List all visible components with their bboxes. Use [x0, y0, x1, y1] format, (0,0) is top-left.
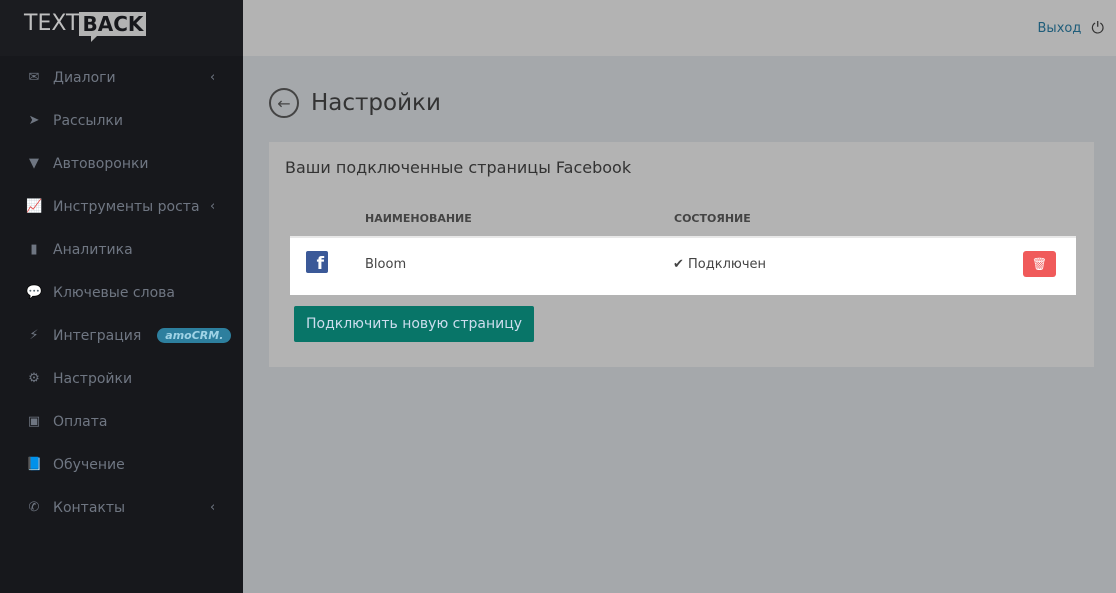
sidebar-item-label: Диалоги: [53, 69, 116, 86]
sidebar-icon: 💬: [26, 285, 43, 300]
column-header-name: НАИМЕНОВАНИЕ: [365, 212, 472, 225]
chevron-left-icon: ‹: [210, 199, 216, 214]
sidebar-item[interactable]: ➤ Рассылки: [0, 99, 243, 142]
sidebar-item-label: Оплата: [53, 413, 108, 430]
chevron-left-icon: ‹: [210, 70, 216, 85]
header: Выход ⏻: [243, 0, 1116, 56]
sidebar-item[interactable]: ▼ Автоворонки: [0, 142, 243, 185]
sidebar-item[interactable]: ▣ Оплата: [0, 400, 243, 443]
page-name: Bloom: [365, 257, 407, 272]
sidebar-item[interactable]: 📈 Инструменты роста ‹: [0, 185, 243, 228]
sidebar-item[interactable]: ⚡ Интеграция amoCRM.: [0, 314, 243, 357]
power-icon: ⏻: [1091, 18, 1104, 37]
sidebar-item-label: Автоворонки: [53, 155, 149, 172]
logo[interactable]: TEXT BACK: [0, 0, 243, 56]
sidebar-item[interactable]: ✆ Контакты ‹: [0, 486, 243, 529]
sidebar-icon: ▮: [30, 242, 38, 257]
sidebar-icon: ⚙: [28, 371, 40, 386]
status-badge: ✔ Подключен: [673, 257, 767, 272]
chevron-left-icon: ‹: [210, 500, 216, 515]
sidebar-nav: ✉ Диалоги ‹ ➤ Рассылки ▼ Автоворонки 📈 Инструмен…: [0, 56, 243, 529]
panel-heading: Ваши подключенные страницы Facebook: [285, 158, 632, 177]
sidebar: TEXT BACK ✉ Диалоги ‹ ➤ Рассылки ▼ Автоворонки 📈…: [0, 0, 243, 593]
sidebar-item[interactable]: 📘 Обучение: [0, 443, 243, 486]
sidebar-item-label: Контакты: [53, 499, 126, 516]
amocrm-badge: amoCRM.: [157, 328, 232, 343]
sidebar-item-label: Инструменты роста: [53, 198, 200, 215]
page-title: Настройки: [311, 90, 441, 116]
sidebar-item-label: Ключевые слова: [53, 284, 175, 301]
sidebar-item-label: Обучение: [53, 456, 125, 473]
sidebar-item[interactable]: ✉ Диалоги ‹: [0, 56, 243, 99]
sidebar-item-label: Настройки: [53, 370, 133, 387]
sidebar-icon: ✆: [28, 500, 40, 515]
trash-icon: 🗑: [1031, 257, 1048, 271]
sidebar-icon: 📈: [26, 199, 43, 214]
logout-link[interactable]: Выход ⏻: [1038, 18, 1104, 38]
table-row: f Bloom ✔ Подключен 🗑: [290, 236, 1076, 295]
sidebar-item[interactable]: ▮ Аналитика: [0, 228, 243, 271]
sidebar-item-label: Рассылки: [53, 112, 123, 129]
sidebar-icon: ▣: [27, 414, 41, 429]
sidebar-item[interactable]: ⚙ Настройки: [0, 357, 243, 400]
page-header: ← Настройки: [269, 88, 441, 118]
back-arrow-icon[interactable]: ←: [269, 88, 299, 118]
sidebar-icon: 📘: [26, 457, 43, 472]
column-header-status: СОСТОЯНИЕ: [674, 212, 751, 225]
sidebar-item-label: Аналитика: [53, 241, 133, 258]
sidebar-item-label: Интеграция: [53, 327, 142, 344]
sidebar-icon: ⚡: [29, 328, 39, 343]
sidebar-icon: ▼: [29, 156, 39, 171]
sidebar-icon: ✉: [28, 70, 40, 85]
facebook-pages-panel: Ваши подключенные страницы Facebook НАИМ…: [269, 142, 1094, 367]
sidebar-icon: ➤: [28, 113, 40, 128]
check-icon: ✔: [673, 257, 689, 272]
facebook-icon: f: [306, 251, 328, 274]
sidebar-item[interactable]: 💬 Ключевые слова: [0, 271, 243, 314]
connect-new-page-button[interactable]: Подключить новую страницу: [294, 306, 535, 342]
delete-button[interactable]: 🗑: [1023, 251, 1056, 277]
